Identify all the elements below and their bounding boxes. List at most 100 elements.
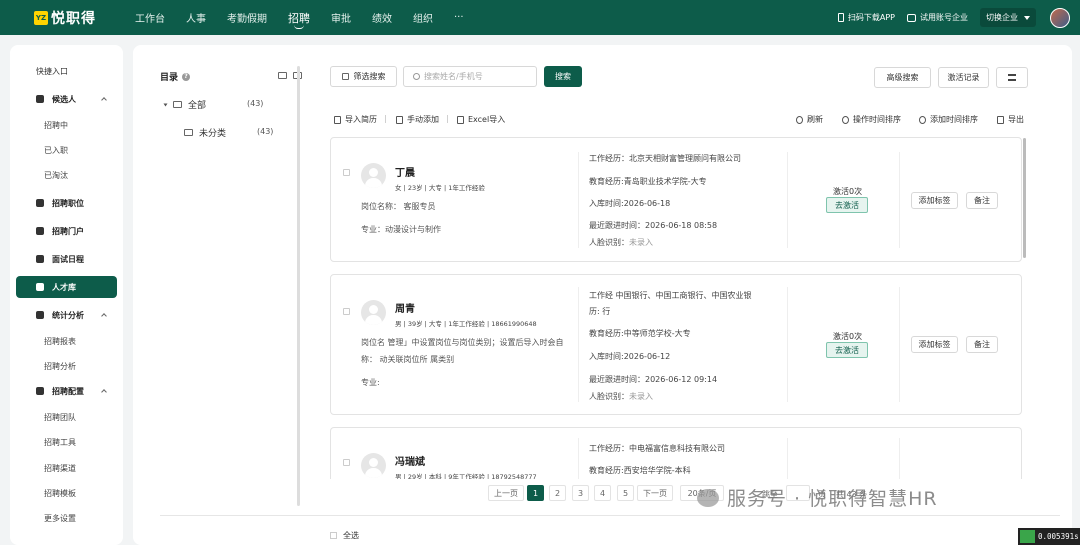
sidebar-item-talent-pool[interactable]: 人才库 — [16, 276, 117, 298]
render-timer: 0.005391s — [1018, 528, 1080, 545]
nav-workbench[interactable]: 工作台 — [135, 0, 165, 35]
user-avatar[interactable] — [1050, 7, 1070, 28]
candidate-name[interactable]: 冯瑞斌 — [395, 453, 425, 468]
candidate-avatar — [361, 163, 386, 188]
search-button[interactable]: 搜索 — [544, 66, 582, 87]
activation-count: 激活0次 — [833, 187, 863, 196]
activate-button[interactable]: 去激活 — [826, 197, 868, 213]
sidebar-group-config[interactable]: 招聘配置 — [10, 380, 123, 402]
next-page-button[interactable]: 下一页 — [637, 485, 673, 501]
directory-scrollbar[interactable] — [297, 66, 300, 506]
nav-more[interactable]: ··· — [454, 0, 464, 35]
sidebar-item-more-settings[interactable]: 更多设置 — [10, 507, 123, 529]
top-navbar: YZ 悦职得 工作台 人事 考勤假期 招聘 审批 绩效 组织 ··· 扫码下载A… — [0, 0, 1080, 35]
sidebar-quick-entry[interactable]: 快捷入口 — [10, 60, 123, 82]
filter-label: 筛选搜索 — [353, 72, 386, 81]
page-button[interactable]: 2 — [549, 485, 566, 501]
sidebar-label: 快捷入口 — [36, 66, 68, 76]
people-icon — [36, 95, 44, 103]
nav-organization[interactable]: 组织 — [413, 0, 433, 35]
candidate-card[interactable]: 冯瑞斌 男 | 29岁 | 本科 | 9年工作经验 | 18792548777 … — [330, 427, 1022, 479]
sidebar-item-schedule[interactable]: 面试日程 — [10, 248, 123, 270]
sort-by-add-time[interactable]: 添加时间排序 — [919, 114, 978, 125]
add-tag-button[interactable]: 添加标签 — [911, 192, 958, 209]
education-history: 教育经历:青岛职业技术学院-大专 — [589, 177, 707, 186]
switch-label: 切换企业 — [986, 13, 1018, 22]
nav-attendance[interactable]: 考勤假期 — [227, 0, 267, 35]
scan-download-app[interactable]: 扫码下载APP — [837, 12, 895, 23]
expand-triangle-icon[interactable] — [163, 103, 168, 106]
page-button[interactable]: 4 — [594, 485, 611, 501]
help-icon[interactable]: ? — [182, 72, 191, 81]
page-button[interactable]: 3 — [572, 485, 589, 501]
candidate-card[interactable]: 周青 男 | 39岁 | 大专 | 1年工作经验 | 18661990648 岗… — [330, 274, 1022, 415]
prev-page-button[interactable]: 上一页 — [488, 485, 524, 501]
sidebar-item-report[interactable]: 招聘报表 — [10, 330, 123, 352]
app-logo[interactable]: YZ 悦职得 — [34, 8, 124, 28]
nav-approval[interactable]: 审批 — [331, 0, 351, 35]
building-icon — [907, 13, 916, 22]
sidebar-item-team[interactable]: 招聘团队 — [10, 406, 123, 428]
sidebar-item-eliminated[interactable]: 已淘汰 — [10, 164, 123, 186]
import-resume-action[interactable]: 导入简历 — [334, 114, 377, 125]
sidebar-item-hired[interactable]: 已入职 — [10, 139, 123, 161]
sort-by-operation-time[interactable]: 操作时间排序 — [842, 114, 901, 125]
sidebar-item-recruiting[interactable]: 招聘中 — [10, 114, 123, 136]
sidebar-item-tools[interactable]: 招聘工具 — [10, 431, 123, 453]
sidebar-item-analysis[interactable]: 招聘分析 — [10, 355, 123, 377]
candidate-major: 专业: — [361, 378, 380, 387]
gear-icon — [36, 387, 44, 395]
divider — [899, 152, 900, 248]
card-checkbox[interactable] — [343, 169, 350, 176]
candidate-meta: 男 | 39岁 | 大专 | 1年工作经验 | 18661990648 — [395, 320, 537, 328]
switch-company-dropdown[interactable]: 切换企业 — [980, 8, 1036, 27]
candidate-name[interactable]: 丁晨 — [395, 164, 415, 179]
refresh-icon — [796, 115, 803, 124]
logo-text: 悦职得 — [51, 10, 96, 27]
sidebar-item-channels[interactable]: 招聘渠道 — [10, 457, 123, 479]
sidebar-item-portal[interactable]: 招聘门户 — [10, 220, 123, 242]
tree-node-all[interactable]: 全部 — [163, 98, 206, 111]
sidebar-item-templates[interactable]: 招聘模板 — [10, 482, 123, 504]
candidate-name[interactable]: 周青 — [395, 300, 415, 315]
sidebar-item-positions[interactable]: 招聘职位 — [10, 192, 123, 214]
nav-performance[interactable]: 绩效 — [372, 0, 392, 35]
nav-hr[interactable]: 人事 — [186, 0, 206, 35]
activation-log-button[interactable]: 激活记录 — [938, 67, 989, 88]
sidebar-group-stats[interactable]: 统计分析 — [10, 304, 123, 326]
list-scrollbar[interactable] — [1023, 138, 1026, 258]
new-folder-icon[interactable] — [278, 72, 287, 79]
note-button[interactable]: 备注 — [966, 192, 998, 209]
intake-time: 入库时间:2026-06-12 — [589, 352, 671, 361]
manual-add-action[interactable]: 手动添加 — [396, 114, 439, 125]
excel-import-action[interactable]: Excel导入 — [457, 114, 505, 125]
folder-icon — [184, 129, 193, 136]
activate-button[interactable]: 去激活 — [826, 342, 868, 358]
candidate-card[interactable]: 丁晨 女 | 23岁 | 大专 | 1年工作经验 岗位名称： 客服专员 专业：动… — [330, 137, 1022, 262]
trial-account[interactable]: 试用账号企业 — [907, 12, 968, 23]
select-all[interactable]: 全选 — [330, 530, 359, 541]
column-settings-button[interactable] — [996, 67, 1028, 88]
refresh-action[interactable]: 刷新 — [796, 114, 823, 125]
search-input[interactable] — [424, 72, 524, 81]
sidebar-group-candidates[interactable]: 候选人 — [10, 88, 123, 110]
export-action[interactable]: 导出 — [997, 114, 1024, 125]
sidebar-label: 人才库 — [52, 282, 76, 292]
search-icon — [413, 73, 420, 80]
card-checkbox[interactable] — [343, 459, 350, 466]
tree-node-uncategorized[interactable]: 未分类 — [184, 126, 226, 139]
trial-label: 试用账号企业 — [920, 13, 968, 22]
page-button[interactable]: 1 — [527, 485, 544, 501]
chevron-up-icon — [101, 97, 107, 103]
add-tag-button[interactable]: 添加标签 — [911, 336, 958, 353]
filter-search-button[interactable]: 筛选搜索 — [330, 66, 397, 87]
note-button[interactable]: 备注 — [966, 336, 998, 353]
candidate-avatar — [361, 453, 386, 478]
nav-recruitment[interactable]: 招聘 — [288, 0, 310, 35]
card-checkbox[interactable] — [343, 308, 350, 315]
advanced-search-button[interactable]: 高级搜索 — [874, 67, 931, 88]
page-button[interactable]: 5 — [617, 485, 634, 501]
select-all-checkbox[interactable] — [330, 532, 337, 539]
sidebar-label: 招聘门户 — [52, 226, 84, 236]
calendar-icon — [36, 255, 44, 263]
